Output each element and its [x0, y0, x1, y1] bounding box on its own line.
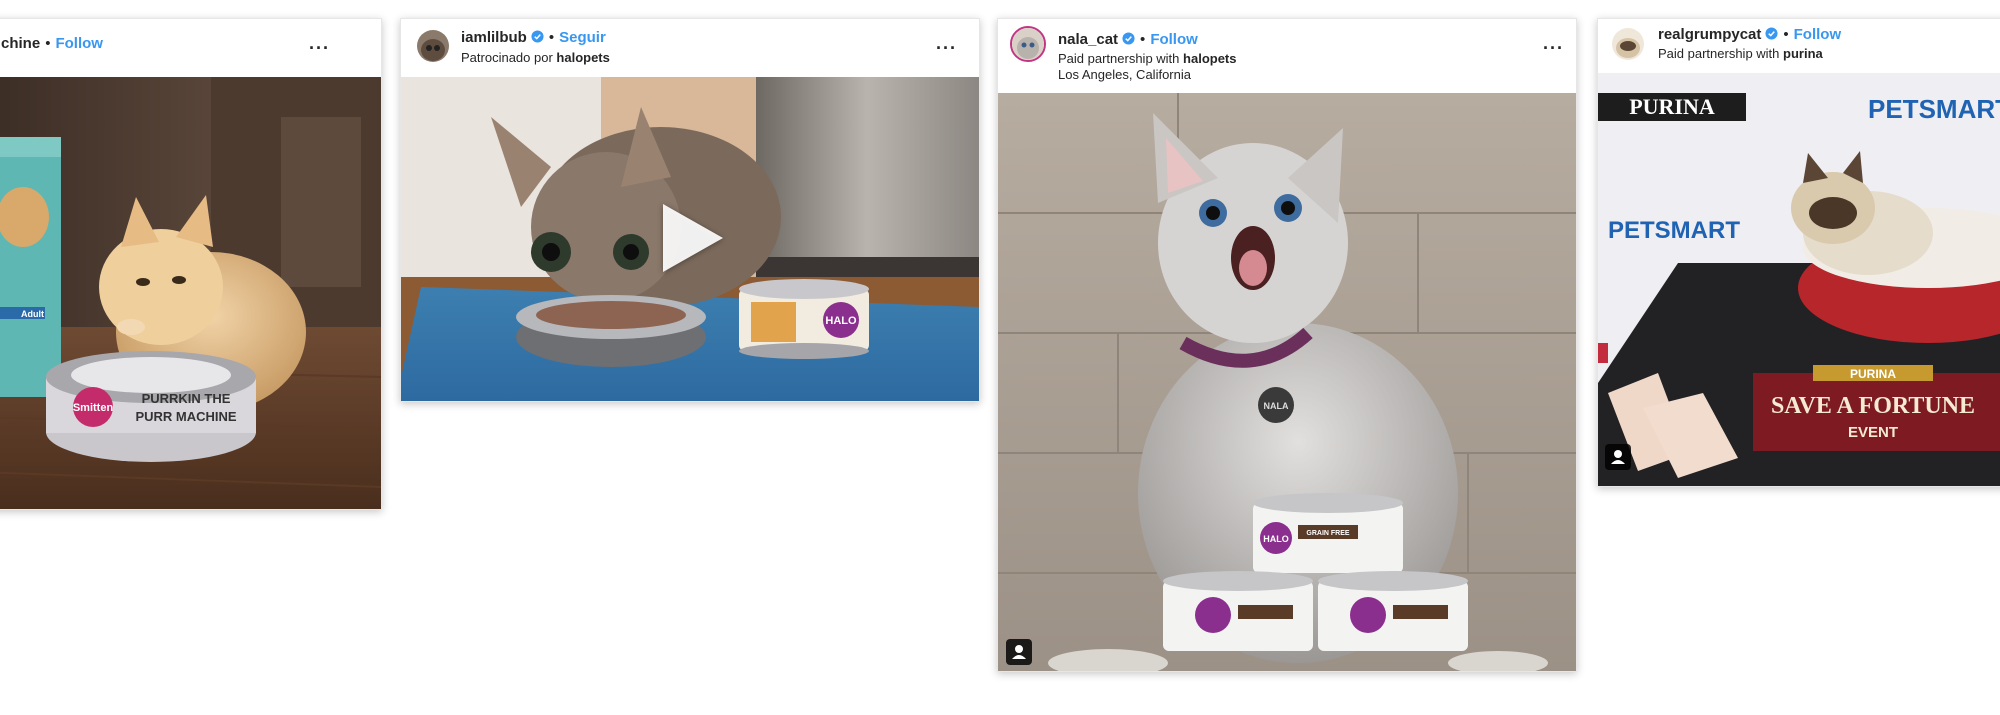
- can-brand-text: HALO: [825, 315, 857, 327]
- post-3-username[interactable]: nala_cat: [1058, 31, 1118, 48]
- can-label-text: GRAIN FREE: [1306, 530, 1350, 537]
- petsmart-banner-text-1: PETSMART: [1868, 94, 2000, 124]
- post-4-sponsor-prefix: Paid partnership with: [1658, 46, 1780, 61]
- verified-badge-icon: [531, 30, 544, 43]
- post-3-image[interactable]: NALA HALO GRAIN FREE: [998, 93, 1576, 671]
- bowl-text-line-2: PURR MACHINE: [135, 409, 236, 424]
- verified-badge-icon: [1122, 32, 1135, 45]
- cat-meowing-photo: NALA HALO GRAIN FREE: [998, 93, 1576, 671]
- post-header-4: realgrumpycat • Follow Paid partnership wi…: [1598, 19, 2000, 73]
- purina-banner-text: PURINA: [1629, 94, 1715, 119]
- more-options-icon[interactable]: ···: [1543, 39, 1564, 57]
- post-card-3: nala_cat • Follow Paid partnership with ha…: [997, 18, 1577, 672]
- post-3-sponsor-prefix: Paid partnership with: [1058, 51, 1180, 66]
- more-options-icon[interactable]: ···: [936, 39, 957, 57]
- post-4-sponsor-line: Paid partnership with purina: [1658, 46, 1823, 61]
- avatar[interactable]: [1010, 26, 1046, 62]
- post-4-follow-button[interactable]: Follow: [1794, 26, 1842, 43]
- event-brand-text: PURINA: [1850, 367, 1896, 381]
- more-options-icon[interactable]: ···: [309, 39, 330, 57]
- food-can-left: [1163, 571, 1313, 651]
- food-can-right: [1318, 571, 1468, 651]
- tagged-user-icon[interactable]: [1605, 444, 1631, 470]
- post-2-username[interactable]: iamlilbub: [461, 29, 527, 46]
- post-2-video[interactable]: HALO: [401, 77, 979, 401]
- post-1-user-line: chine • Follow: [1, 35, 103, 52]
- post-4-username[interactable]: realgrumpycat: [1658, 26, 1761, 43]
- grumpy-cat-event-photo: PURINA PETSMART PETSMART PURINA SAVE A F…: [1598, 73, 2000, 486]
- post-3-separator: •: [1140, 31, 1146, 48]
- post-2-sponsor-prefix: Patrocinado por: [461, 50, 553, 65]
- post-card-1: chine • Follow ··· Smitten PURRKIN THE P…: [0, 18, 382, 510]
- post-card-2: iamlilbub • Seguir Patrocinado por halopet…: [400, 18, 980, 402]
- petsmart-banner-text-2: PETSMART: [1608, 217, 1740, 244]
- post-4-separator: •: [1783, 26, 1789, 43]
- post-3-user-line: nala_cat • Follow: [1058, 31, 1198, 48]
- event-title-line-1: SAVE A FORTUNE: [1771, 393, 1975, 419]
- event-title-line-2: EVENT: [1848, 424, 1898, 441]
- post-4-user-line: realgrumpycat • Follow: [1658, 26, 1841, 43]
- avatar[interactable]: [1612, 28, 1644, 60]
- cat-eating-photo: Smitten PURRKIN THE PURR MACHINE Adult: [0, 77, 381, 509]
- post-1-follow-button[interactable]: Follow: [55, 35, 103, 52]
- bowl-brand-text: Smitten: [73, 402, 114, 414]
- post-header-1: chine • Follow ···: [0, 19, 381, 77]
- verified-badge-icon: [1765, 27, 1778, 40]
- play-icon[interactable]: [663, 204, 723, 272]
- post-1-separator: •: [45, 35, 51, 52]
- post-header-3: nala_cat • Follow Paid partnership with ha…: [998, 19, 1576, 93]
- post-4-image[interactable]: PURINA PETSMART PETSMART PURINA SAVE A F…: [1598, 73, 2000, 486]
- can-brand-text: HALO: [1263, 534, 1289, 544]
- feed-stage: chine • Follow ··· Smitten PURRKIN THE P…: [0, 0, 2000, 715]
- post-3-location[interactable]: Los Angeles, California: [1058, 67, 1191, 82]
- food-can-top: HALO GRAIN FREE: [1253, 493, 1403, 573]
- post-2-user-line: iamlilbub • Seguir: [461, 29, 606, 46]
- post-1-image[interactable]: Smitten PURRKIN THE PURR MACHINE Adult: [0, 77, 381, 509]
- box-label-text: Adult: [21, 309, 44, 319]
- post-card-4: realgrumpycat • Follow Paid partnership wi…: [1597, 18, 2000, 487]
- post-3-sponsor-brand[interactable]: halopets: [1183, 51, 1236, 66]
- post-2-separator: •: [548, 29, 555, 46]
- post-2-sponsor-line: Patrocinado por halopets: [461, 50, 610, 65]
- avatar[interactable]: [417, 30, 449, 62]
- post-header-2: iamlilbub • Seguir Patrocinado por halopet…: [401, 19, 979, 77]
- post-2-sponsor-brand[interactable]: halopets: [556, 50, 609, 65]
- post-4-sponsor-brand[interactable]: purina: [1783, 46, 1823, 61]
- post-3-sponsor-line: Paid partnership with halopets: [1058, 51, 1237, 66]
- post-3-follow-button[interactable]: Follow: [1150, 31, 1198, 48]
- bowl-text-line-1: PURRKIN THE: [142, 391, 231, 406]
- post-1-username[interactable]: chine: [1, 35, 40, 52]
- tagged-user-icon[interactable]: [1006, 639, 1032, 665]
- cat-tag-text: NALA: [1264, 401, 1289, 411]
- post-2-follow-button[interactable]: Seguir: [559, 29, 606, 46]
